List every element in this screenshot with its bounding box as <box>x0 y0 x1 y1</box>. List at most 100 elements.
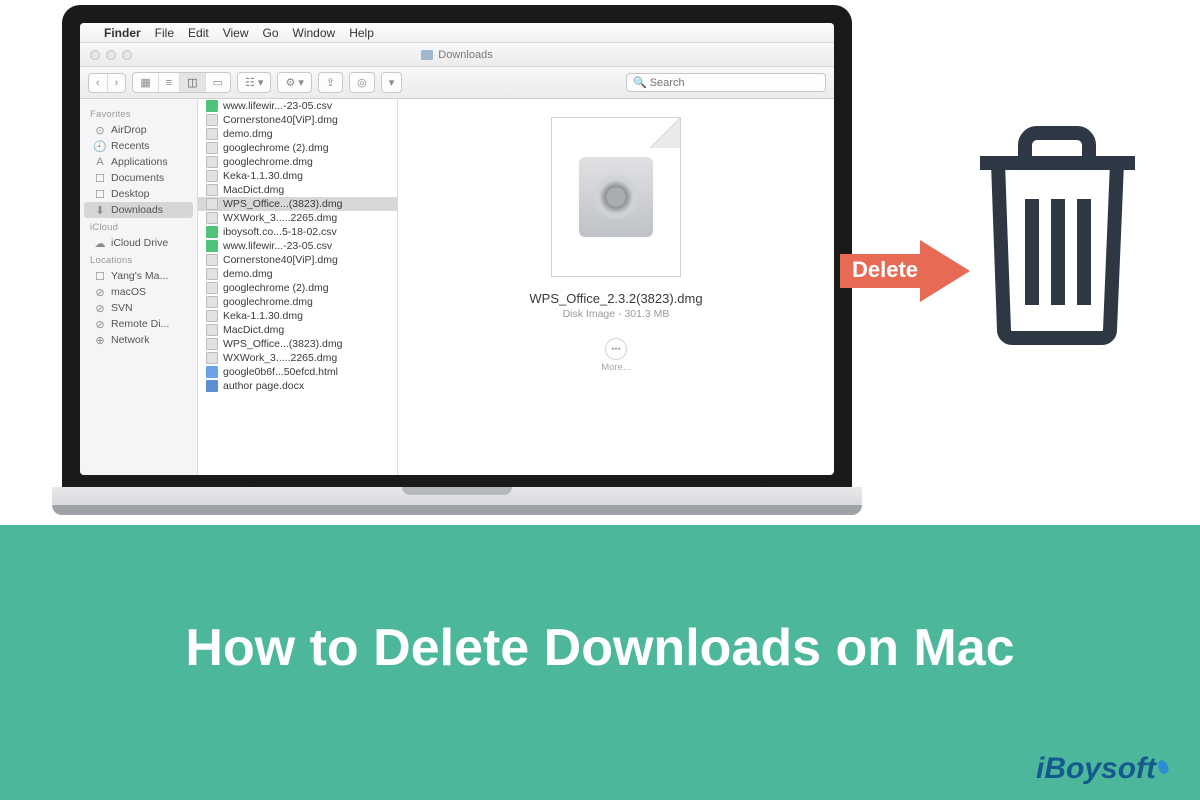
sidebar-item-label: AirDrop <box>111 124 147 136</box>
file-row[interactable]: googlechrome (2).dmg <box>198 281 397 295</box>
sidebar-item-label: macOS <box>111 286 146 298</box>
file-row[interactable]: Keka-1.1.30.dmg <box>198 169 397 183</box>
preview-pane: WPS_Office_2.3.2(3823).dmg Disk Image - … <box>398 99 834 475</box>
menubar-item[interactable]: Go <box>263 26 279 40</box>
file-row[interactable]: WPS_Office...(3823).dmg <box>198 337 397 351</box>
menubar-item[interactable]: Window <box>293 26 336 40</box>
sidebar-item-desktop[interactable]: ☐ Desktop <box>80 186 197 202</box>
sidebar-item-icon: ⊕ <box>94 334 106 346</box>
sidebar-item-documents[interactable]: ☐Documents <box>80 170 197 186</box>
file-icon <box>206 226 218 238</box>
sidebar-item-icon: ⬇ <box>94 204 106 216</box>
sidebar-item-label: SVN <box>111 302 133 314</box>
file-row[interactable]: author page.docx <box>198 379 397 393</box>
file-row[interactable]: WXWork_3.....2265.dmg <box>198 211 397 225</box>
sidebar-item-airdrop[interactable]: ⊙ AirDrop <box>80 122 197 138</box>
sidebar-item-icon: ⊙ <box>94 124 106 136</box>
view-buttons: ▦ ≡ ◫ ▭ <box>132 72 231 93</box>
menubar-item[interactable]: Help <box>349 26 374 40</box>
file-row[interactable]: iboysoft.co...5-18-02.csv <box>198 225 397 239</box>
sidebar-item-label: Recents <box>111 140 150 152</box>
brand-logo: iBoysoft <box>1036 752 1168 786</box>
file-row[interactable]: MacDict.dmg <box>198 183 397 197</box>
share-button[interactable]: ⇪ <box>319 73 342 92</box>
file-row[interactable]: googlechrome.dmg <box>198 295 397 309</box>
file-icon <box>206 324 218 336</box>
sidebar-item-svn[interactable]: ⊘SVN <box>80 300 197 316</box>
sidebar-item-network[interactable]: ⊕ Network <box>80 332 197 348</box>
finder-sidebar: Favorites⊙AirDrop🕘RecentsAApplications☐D… <box>80 99 198 475</box>
search-icon: 🔍 <box>633 76 647 89</box>
view-list-icon[interactable]: ≡ <box>159 73 180 92</box>
sidebar-item-downloads[interactable]: ⬇ Downloads <box>84 202 193 218</box>
file-row[interactable]: MacDict.dmg <box>198 323 397 337</box>
preview-subtitle: Disk Image - 301.3 MB <box>563 308 670 320</box>
close-icon[interactable] <box>90 50 100 60</box>
menubar-app[interactable]: Finder <box>104 26 141 40</box>
sidebar-item-macos[interactable]: ⊘macOS <box>80 284 197 300</box>
search-input[interactable] <box>650 77 819 89</box>
tags-button[interactable]: ◎ <box>350 73 374 92</box>
file-row[interactable]: www.lifewir...-23-05.csv <box>198 239 397 253</box>
sidebar-item-label: iCloud Drive <box>111 237 168 249</box>
search-field[interactable]: 🔍 <box>626 73 826 92</box>
file-icon <box>206 184 218 196</box>
menubar-item[interactable]: File <box>155 26 174 40</box>
file-row[interactable]: demo.dmg <box>198 267 397 281</box>
sidebar-heading: Locations <box>80 251 197 268</box>
sidebar-item-label: Desktop <box>111 188 150 200</box>
file-row[interactable]: google0b6f...50efcd.html <box>198 365 397 379</box>
trash-icon <box>970 115 1145 350</box>
view-icon-icon[interactable]: ▦ <box>133 73 158 92</box>
file-preview-icon <box>551 117 681 277</box>
file-row[interactable]: demo.dmg <box>198 127 397 141</box>
sidebar-item-icon: ☁ <box>94 237 106 249</box>
sidebar-item-label: Yang's Ma... <box>111 270 168 282</box>
file-row[interactable]: googlechrome (2).dmg <box>198 141 397 155</box>
sidebar-item-applications[interactable]: AApplications <box>80 154 197 170</box>
view-column-icon[interactable]: ◫ <box>180 73 205 92</box>
sidebar-item-yang-s-ma-[interactable]: ☐Yang's Ma... <box>80 268 197 284</box>
file-row[interactable]: Keka-1.1.30.dmg <box>198 309 397 323</box>
sidebar-item-label: Downloads <box>111 204 163 216</box>
minimize-icon[interactable] <box>106 50 116 60</box>
sidebar-item-label: Remote Di... <box>111 318 169 330</box>
sidebar-heading: iCloud <box>80 218 197 235</box>
file-icon <box>206 352 218 364</box>
file-icon <box>206 114 218 126</box>
file-row[interactable]: Cornerstone40[ViP].dmg <box>198 253 397 267</box>
arrow-label: Delete <box>852 257 918 283</box>
menubar-item[interactable]: View <box>223 26 249 40</box>
file-row[interactable]: googlechrome.dmg <box>198 155 397 169</box>
sidebar-item-icon: ☐ <box>94 188 106 200</box>
file-icon <box>206 254 218 266</box>
file-row[interactable]: WXWork_3.....2265.dmg <box>198 351 397 365</box>
forward-button[interactable]: › <box>108 74 126 92</box>
sidebar-item-icloud-drive[interactable]: ☁ iCloud Drive <box>80 235 197 251</box>
sidebar-item-remote-di-[interactable]: ⊘Remote Di... <box>80 316 197 332</box>
file-icon <box>206 296 218 308</box>
file-icon <box>206 170 218 182</box>
file-name: MacDict.dmg <box>223 324 284 336</box>
file-name: Keka-1.1.30.dmg <box>223 310 303 322</box>
menubar-item[interactable]: Edit <box>188 26 209 40</box>
file-row[interactable]: Cornerstone40[ViP].dmg <box>198 113 397 127</box>
file-name: demo.dmg <box>223 128 273 140</box>
file-name: Cornerstone40[ViP].dmg <box>223 114 338 126</box>
back-button[interactable]: ‹ <box>89 74 108 92</box>
file-name: google0b6f...50efcd.html <box>223 366 338 378</box>
action-button[interactable]: ⚙ ▾ <box>278 73 310 92</box>
file-row[interactable]: www.lifewir...-23-05.csv <box>198 99 397 113</box>
file-icon <box>206 380 218 392</box>
view-gallery-icon[interactable]: ▭ <box>206 73 230 92</box>
window-title: Downloads <box>438 49 492 61</box>
footer-banner: How to Delete Downloads on Mac iBoysoft <box>0 525 1200 800</box>
more-button[interactable]: ••• <box>605 338 627 360</box>
file-name: www.lifewir...-23-05.csv <box>223 100 332 112</box>
group-button[interactable]: ☷ ▾ <box>238 73 270 92</box>
file-row[interactable]: WPS_Office...(3823).dmg <box>198 197 397 211</box>
zoom-icon[interactable] <box>122 50 132 60</box>
sidebar-item-label: Network <box>111 334 150 346</box>
sidebar-item-recents[interactable]: 🕘Recents <box>80 138 197 154</box>
dropdown-button[interactable]: ▾ <box>382 73 402 92</box>
